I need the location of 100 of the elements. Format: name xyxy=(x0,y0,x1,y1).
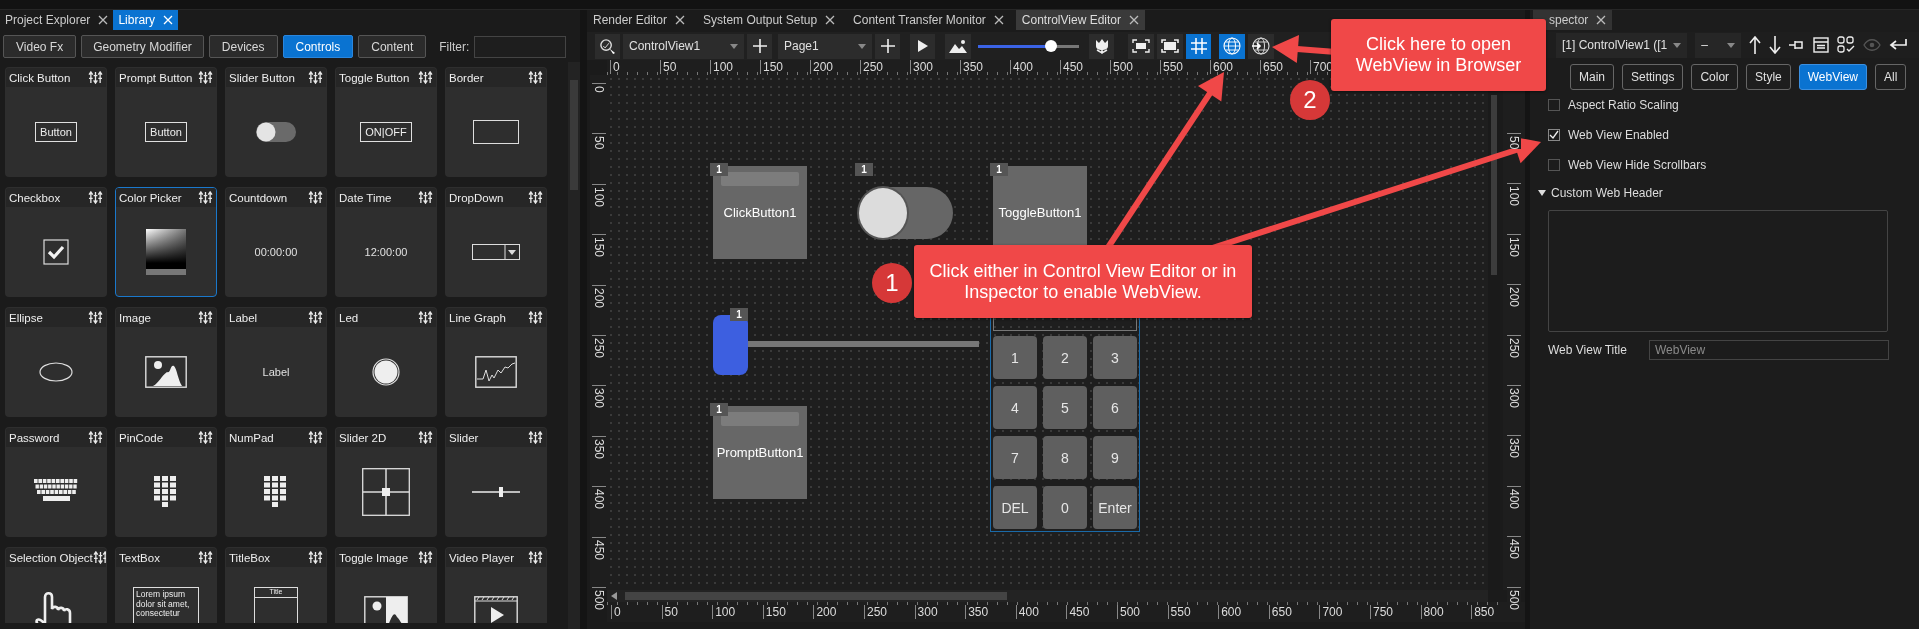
numpad-key[interactable]: 6 xyxy=(1093,386,1137,429)
library-item[interactable]: Color Picker xyxy=(115,187,217,297)
library-item[interactable]: Slider 2D xyxy=(335,427,437,537)
category-tab[interactable]: Devices xyxy=(208,35,278,58)
library-item[interactable]: Date Time 12:00:00 xyxy=(335,187,437,297)
adjust-icon[interactable] xyxy=(528,551,543,564)
editor-tab[interactable]: Render Editor xyxy=(587,10,692,30)
library-item[interactable]: Checkbox xyxy=(5,187,107,297)
panel-icon[interactable] xyxy=(1813,37,1830,53)
section-tab[interactable]: Settings xyxy=(1622,64,1684,90)
section-tab[interactable]: Color xyxy=(1691,64,1739,90)
scroll-left-icon[interactable] xyxy=(611,592,617,600)
library-item[interactable]: NumPad xyxy=(225,427,327,537)
library-item[interactable]: Line Graph xyxy=(445,307,547,417)
checkbox[interactable] xyxy=(1548,159,1560,171)
add-icon[interactable] xyxy=(875,33,900,59)
numpad-key[interactable]: 5 xyxy=(1043,386,1087,429)
library-item[interactable]: Image xyxy=(115,307,217,417)
numpad-key[interactable]: 9 xyxy=(1093,436,1137,479)
checkbox[interactable] xyxy=(1548,129,1560,141)
numpad-key[interactable]: 3 xyxy=(1093,336,1137,379)
adjust-icon[interactable] xyxy=(308,551,323,564)
adjust-icon[interactable] xyxy=(308,71,323,84)
close-icon[interactable] xyxy=(98,15,109,25)
adjust-icon[interactable] xyxy=(418,431,433,444)
scrollbar[interactable] xyxy=(568,62,580,629)
adjust-icon[interactable] xyxy=(88,71,103,84)
section-tab[interactable]: All xyxy=(1875,64,1907,90)
view-dropdown[interactable]: ControlView1 xyxy=(623,33,744,59)
grid-icon[interactable] xyxy=(1186,33,1211,59)
panel-tab[interactable]: spector xyxy=(1533,10,1613,30)
add-icon[interactable] xyxy=(747,33,772,59)
arrow-down-icon[interactable] xyxy=(1769,36,1782,54)
globe-enter-icon[interactable] xyxy=(1248,33,1274,59)
grid-check-icon[interactable] xyxy=(1837,36,1856,54)
library-item[interactable]: Slider xyxy=(445,427,547,537)
caret-icon[interactable] xyxy=(730,43,738,49)
adjust-icon[interactable] xyxy=(198,71,213,84)
library-item[interactable]: Border xyxy=(445,67,547,177)
adjust-icon[interactable] xyxy=(198,551,213,564)
adjust-icon[interactable] xyxy=(198,311,213,324)
category-tab[interactable]: Controls xyxy=(282,35,354,58)
section-tab[interactable]: Main xyxy=(1570,64,1614,90)
numpad-key[interactable]: 2 xyxy=(1043,336,1087,379)
adjust-icon[interactable] xyxy=(92,551,106,564)
checkbox[interactable] xyxy=(1548,99,1560,111)
caret-icon[interactable] xyxy=(858,43,866,49)
numpad-key[interactable]: 0 xyxy=(1043,486,1087,529)
close-icon[interactable] xyxy=(675,15,686,25)
library-item[interactable]: PinCode xyxy=(115,427,217,537)
toggle-switch-widget[interactable] xyxy=(858,187,953,239)
close-icon[interactable] xyxy=(1129,15,1139,25)
adjust-icon[interactable] xyxy=(418,551,433,564)
adjust-icon[interactable] xyxy=(308,431,323,444)
library-item[interactable]: Slider Button xyxy=(225,67,327,177)
adjust-icon[interactable] xyxy=(308,191,323,204)
library-item[interactable]: DropDown xyxy=(445,187,547,297)
adjust-icon[interactable] xyxy=(88,311,103,324)
adjust-icon[interactable] xyxy=(418,71,433,84)
library-item[interactable]: Countdown 00:00:00 xyxy=(225,187,327,297)
library-item[interactable]: Password xyxy=(5,427,107,537)
close-icon[interactable] xyxy=(825,15,836,25)
panel-tab[interactable]: Library xyxy=(113,10,179,30)
section-tab[interactable]: Style xyxy=(1746,64,1791,90)
globe-icon[interactable] xyxy=(1219,33,1245,59)
adjust-icon[interactable] xyxy=(198,191,213,204)
section-header[interactable]: Custom Web Header xyxy=(1551,186,1663,200)
library-item[interactable]: Toggle Image xyxy=(335,547,437,623)
library-item[interactable]: Toggle Button ON|OFF xyxy=(335,67,437,177)
close-icon[interactable] xyxy=(993,15,1004,25)
numpad-key[interactable]: 8 xyxy=(1043,436,1087,479)
numpad-key[interactable]: Enter xyxy=(1093,486,1137,529)
library-item[interactable]: Ellipse xyxy=(5,307,107,417)
adjust-icon[interactable] xyxy=(88,191,103,204)
caret-icon[interactable] xyxy=(1727,42,1736,48)
adjust-icon[interactable] xyxy=(418,311,433,324)
page-dropdown[interactable]: Page1 xyxy=(778,33,872,59)
title-field[interactable]: WebView xyxy=(1648,340,1889,360)
category-tab[interactable]: Geometry Modifier xyxy=(81,35,204,58)
category-tab[interactable]: Video Fx xyxy=(3,35,77,58)
zoom-icon[interactable] xyxy=(595,33,620,59)
section-tab[interactable]: WebView xyxy=(1798,64,1867,90)
numpad-key[interactable]: DEL xyxy=(993,486,1037,529)
numpad-key[interactable]: 1 xyxy=(993,336,1037,379)
pin-icon[interactable] xyxy=(1789,38,1806,52)
adjust-icon[interactable] xyxy=(528,311,543,324)
library-item[interactable]: Led xyxy=(335,307,437,417)
adjust-icon[interactable] xyxy=(418,191,433,204)
editor-tab[interactable]: Content Transfer Monitor xyxy=(847,10,1010,30)
adjust-icon[interactable] xyxy=(198,431,213,444)
play-icon[interactable] xyxy=(910,33,935,59)
scrollbar[interactable] xyxy=(607,590,1488,602)
arrow-up-icon[interactable] xyxy=(1749,36,1762,54)
adjust-icon[interactable] xyxy=(308,311,323,324)
category-tab[interactable]: Content xyxy=(358,35,427,58)
fit-icon[interactable] xyxy=(1128,33,1154,59)
expand-icon[interactable] xyxy=(1538,190,1546,196)
adjust-icon[interactable] xyxy=(528,191,543,204)
layer-dropdown[interactable]: – xyxy=(1695,32,1742,58)
library-item[interactable]: Selection Object xyxy=(5,547,107,623)
